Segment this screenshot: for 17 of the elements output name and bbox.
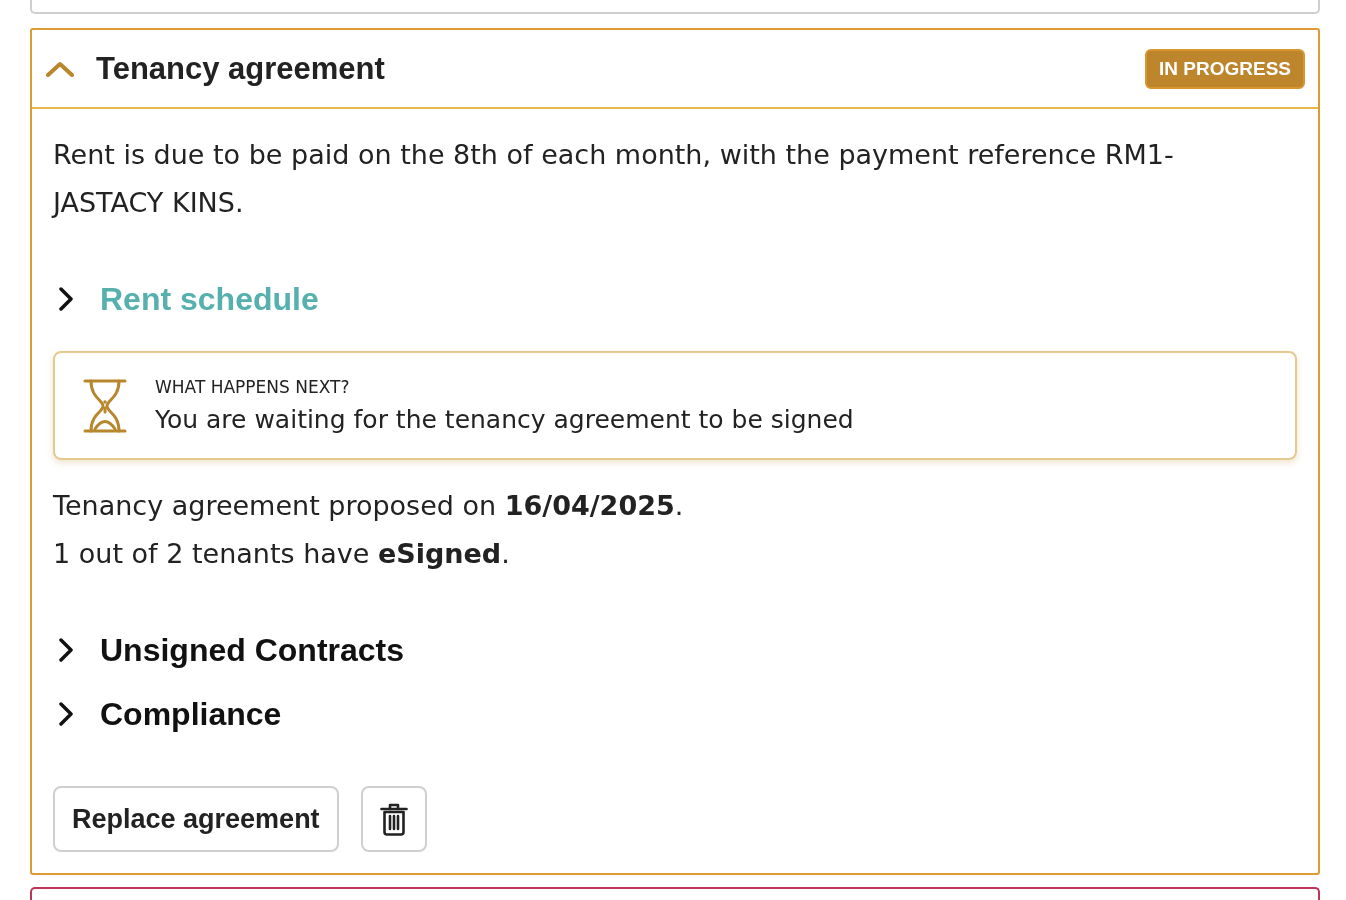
rent-info-text: Rent is due to be paid on the 8th of each month, with the payment reference RM1-JASTACY KINS.: [53, 138, 1175, 220]
status-badge: IN PROGRESS: [1145, 48, 1305, 89]
status-text: Tenancy agreement proposed on 16/04/2025.: [53, 489, 685, 523]
delete-button[interactable]: [360, 786, 427, 852]
chevron-icon: [58, 638, 74, 662]
subsection-toggle[interactable]: Compliance: [53, 682, 282, 746]
hourglass-icon: [83, 377, 127, 434]
status-text: 1 out of 2 tenants have eSigned.: [53, 537, 511, 571]
subsection-toggle[interactable]: Unsigned Contracts: [53, 618, 405, 682]
next-step-message: You are waiting for the tenancy agreement to be signed: [155, 403, 854, 436]
section-toggle[interactable]: Tenancy agreement: [46, 50, 385, 87]
chevron-icon: [46, 60, 74, 77]
trash-icon: [379, 802, 408, 836]
next-step-heading: WHAT HAPPENS NEXT?: [155, 375, 351, 398]
chevron-icon: [58, 702, 74, 726]
replace-agreement-button[interactable]: Replace agreement: [53, 786, 339, 852]
chevron-icon: [58, 287, 74, 311]
